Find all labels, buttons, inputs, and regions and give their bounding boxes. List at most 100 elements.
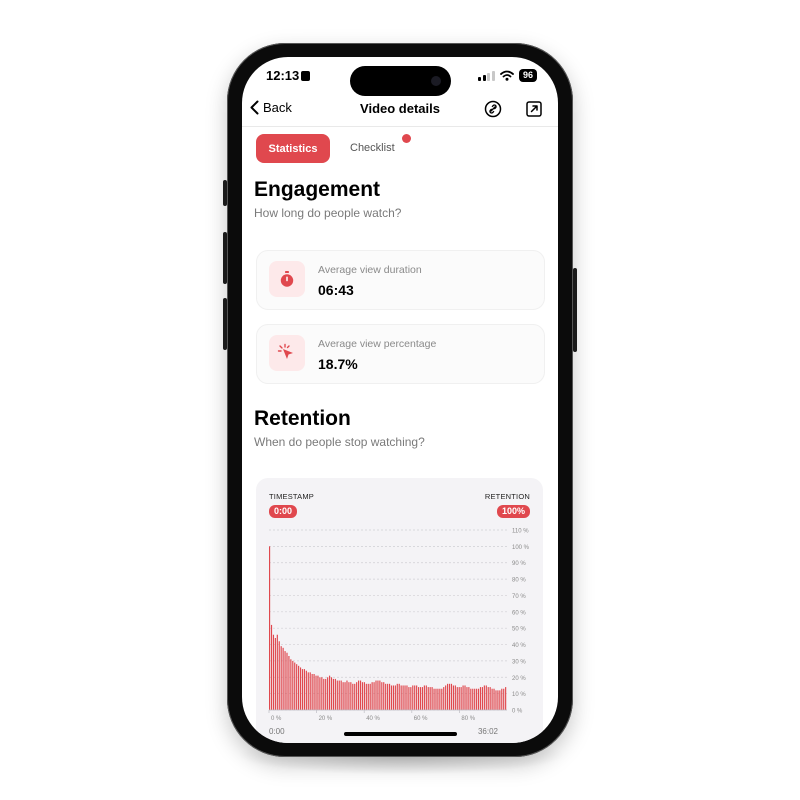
tab-checklist[interactable]: Checklist <box>350 142 395 154</box>
retention-bar <box>336 680 338 710</box>
avg-view-duration-label: Average view duration <box>318 264 422 276</box>
avg-view-percentage-value: 18.7% <box>318 356 358 372</box>
retention-subtitle: When do people stop watching? <box>254 435 425 449</box>
retention-bar <box>298 665 300 710</box>
phone-screen: 12:13 96 Back Video details Statistics C… <box>242 57 558 743</box>
nav-divider <box>242 126 558 127</box>
y-tick-label: 70 % <box>512 594 526 600</box>
retention-bar <box>307 672 309 710</box>
retention-bar <box>450 683 453 710</box>
retention-bar <box>375 680 377 710</box>
y-tick-label: 40 % <box>512 643 526 649</box>
stopwatch-icon <box>269 261 305 297</box>
retention-bar <box>479 687 482 710</box>
retention-bar <box>497 690 499 710</box>
retention-bar <box>439 688 441 710</box>
retention-bar <box>359 680 362 710</box>
retention-bar <box>334 678 336 710</box>
retention-bar <box>317 675 319 710</box>
retention-bar <box>284 651 286 710</box>
camera-icon <box>431 76 441 86</box>
retention-bar <box>356 682 358 710</box>
retention-bar <box>315 675 317 710</box>
phone-side-button-power <box>573 268 577 352</box>
retention-bar <box>483 685 485 710</box>
retention-bar <box>340 680 342 710</box>
phone-side-button-action <box>223 180 227 206</box>
retention-bar <box>282 647 284 710</box>
retention-bar <box>270 624 273 710</box>
retention-bar <box>414 685 416 710</box>
retention-bar <box>406 685 408 710</box>
retention-bar <box>311 674 313 710</box>
retention-bar <box>274 638 276 710</box>
retention-bar <box>346 680 348 710</box>
retention-bar <box>501 688 503 710</box>
retention-bar <box>452 685 454 710</box>
retention-bar <box>348 682 350 710</box>
retention-bar <box>292 660 294 710</box>
retention-chart-card: TIMESTAMP 0:00 RETENTION 100% 110 % 100 %… <box>256 478 543 743</box>
dynamic-island <box>350 66 451 96</box>
retention-bar <box>400 685 402 710</box>
y-tick-label: 100 % <box>512 545 530 551</box>
retention-bar <box>417 687 420 710</box>
retention-bar <box>387 683 389 710</box>
y-tick-label: 0 % <box>512 709 523 715</box>
retention-bar <box>481 687 484 710</box>
retention-bar <box>309 672 311 710</box>
retention-bar <box>313 674 315 710</box>
retention-bar <box>423 685 425 710</box>
link-button[interactable] <box>483 99 503 119</box>
retention-bar <box>367 683 369 710</box>
retention-bar <box>303 669 305 710</box>
link-icon <box>484 100 502 118</box>
avg-view-duration-value: 06:43 <box>318 282 354 298</box>
retention-bar <box>443 687 445 710</box>
avg-view-duration-card: Average view duration 06:43 <box>256 250 545 310</box>
retention-bar <box>278 641 280 710</box>
retention-bar <box>474 688 476 710</box>
retention-bar <box>476 688 478 710</box>
y-tick-label: 80 % <box>512 578 526 584</box>
retention-bar <box>499 690 501 710</box>
retention-chart[interactable]: 110 % 100 % 90 % 80 % 70 % 60 % 50 % 40 % 30 % 20… <box>256 478 543 743</box>
retention-bar <box>445 685 447 710</box>
retention-bar <box>433 688 435 710</box>
retention-bar <box>458 687 460 710</box>
retention-bar <box>491 688 493 710</box>
retention-bar <box>437 688 439 710</box>
retention-bar <box>429 687 431 710</box>
y-tick-label: 20 % <box>512 676 526 682</box>
retention-bar <box>301 669 304 710</box>
retention-bar <box>294 662 296 710</box>
retention-bar <box>441 688 443 710</box>
external-link-icon <box>526 101 542 117</box>
id-card-icon <box>301 71 310 81</box>
retention-bar <box>342 682 344 710</box>
open-external-button[interactable] <box>524 99 544 119</box>
retention-bar <box>398 683 400 710</box>
retention-bar <box>416 685 418 710</box>
retention-bar <box>462 685 464 710</box>
retention-bar <box>288 656 290 710</box>
retention-bar <box>493 688 495 710</box>
retention-bar <box>363 682 365 710</box>
retention-bar <box>269 546 271 710</box>
retention-bar <box>466 687 468 710</box>
retention-bar <box>489 687 491 710</box>
retention-bar <box>328 675 331 710</box>
retention-bar <box>385 683 387 710</box>
y-tick-label: 30 % <box>512 659 526 665</box>
engagement-subtitle: How long do people watch? <box>254 206 402 220</box>
retention-bar <box>354 683 356 710</box>
x-tick-label: 40 % <box>366 716 380 722</box>
retention-bar <box>276 634 278 710</box>
retention-bar <box>365 683 367 710</box>
y-tick-label: 10 % <box>512 692 526 698</box>
y-tick-label: 110 % <box>512 529 529 535</box>
retention-bar <box>379 680 381 710</box>
retention-bar <box>412 685 414 710</box>
tab-statistics[interactable]: Statistics <box>256 134 330 163</box>
x-tick-label: 20 % <box>319 716 333 722</box>
